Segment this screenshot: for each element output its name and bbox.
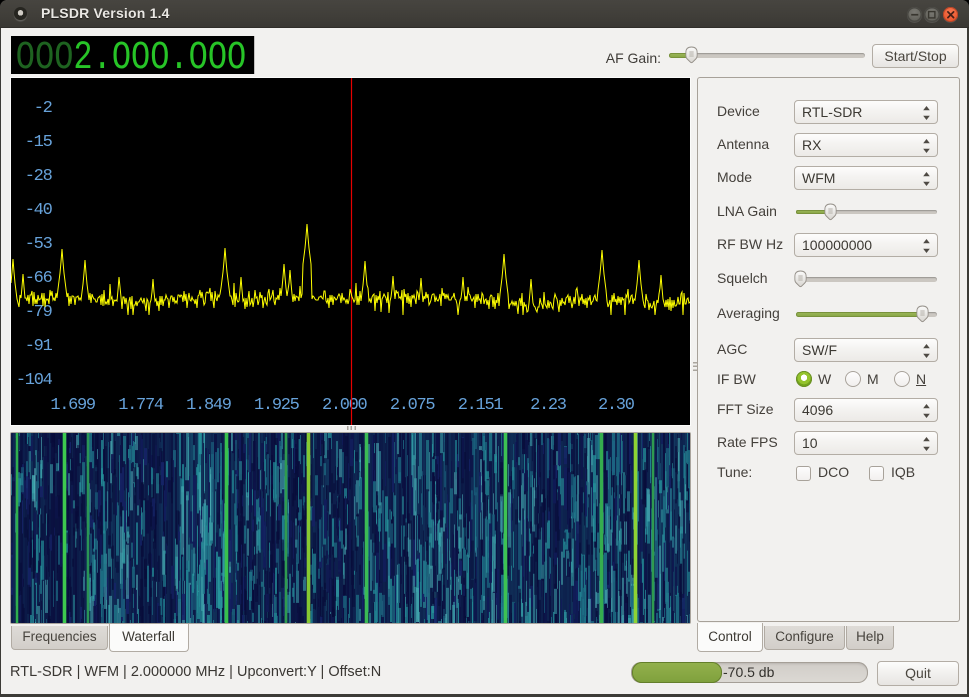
svg-text:1.849: 1.849	[186, 396, 232, 415]
svg-text:2.000: 2.000	[322, 396, 368, 415]
svg-text:-79: -79	[25, 303, 53, 322]
svg-text:1.925: 1.925	[254, 396, 300, 415]
svg-text:2.30: 2.30	[598, 396, 635, 415]
svg-text:1.774: 1.774	[118, 396, 164, 415]
svg-text:-15: -15	[25, 133, 53, 152]
svg-text:2.075: 2.075	[390, 396, 436, 415]
svg-text:-40: -40	[25, 201, 53, 220]
svg-text:2.151: 2.151	[458, 396, 504, 415]
svg-text:-104: -104	[16, 371, 53, 390]
svg-text:1.699: 1.699	[50, 396, 96, 415]
svg-text:-53: -53	[25, 235, 53, 254]
svg-text:-91: -91	[25, 337, 53, 356]
svg-text:-28: -28	[25, 167, 53, 186]
svg-text:-2: -2	[34, 99, 52, 118]
svg-text:2.23: 2.23	[530, 396, 567, 415]
svg-text:-66: -66	[25, 269, 53, 288]
